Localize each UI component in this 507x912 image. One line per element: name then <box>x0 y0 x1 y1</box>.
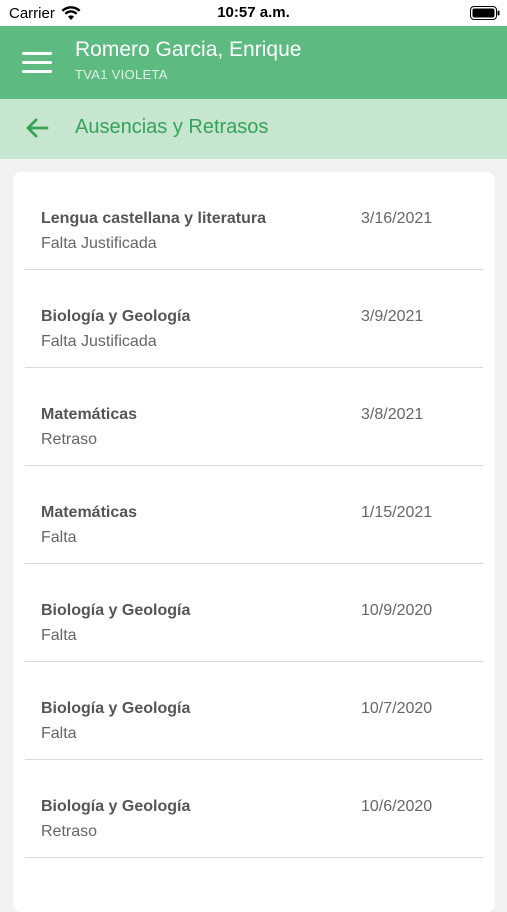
subject-label: Matemáticas <box>41 406 138 423</box>
app-header: Romero Garcia, Enrique TVA1 VIOLETA <box>0 26 507 99</box>
subject-label: Biología y Geología <box>41 602 191 619</box>
absence-date: 3/9/2021 <box>361 308 424 325</box>
student-group: TVA1 VIOLETA <box>75 67 168 82</box>
subject-label: Biología y Geología <box>41 700 191 717</box>
absence-type: Falta <box>41 529 77 546</box>
subject-label: Biología y Geología <box>41 798 191 815</box>
absence-date: 10/7/2020 <box>361 700 433 717</box>
list-item[interactable]: Biología y Geología Falta 10/7/2020 <box>25 662 483 760</box>
absence-type: Falta <box>41 627 77 644</box>
absence-date: 10/6/2020 <box>361 798 433 815</box>
student-name: Romero Garcia, Enrique <box>75 38 302 61</box>
section-header: Ausencias y Retrasos <box>0 99 507 159</box>
absence-type: Retraso <box>41 431 98 448</box>
section-title: Ausencias y Retrasos <box>75 116 269 138</box>
list-item[interactable]: Lengua castellana y literatura Falta Jus… <box>25 172 483 270</box>
absence-date: 3/16/2021 <box>361 210 433 227</box>
absence-date: 10/9/2020 <box>361 602 433 619</box>
absence-type: Falta Justificada <box>41 333 157 350</box>
list-item[interactable]: Matemáticas Falta 1/15/2021 <box>25 466 483 564</box>
subject-label: Matemáticas <box>41 504 138 521</box>
subject-label: Biología y Geología <box>41 308 191 325</box>
list-item[interactable]: Biología y Geología Falta Justificada 3/… <box>25 270 483 368</box>
battery-icon <box>470 6 500 20</box>
hamburger-menu-icon[interactable] <box>18 48 56 78</box>
clock: 10:57 a.m. <box>217 4 290 21</box>
arrow-left-icon[interactable] <box>22 113 52 143</box>
absence-type: Falta Justificada <box>41 235 157 252</box>
absence-date: 3/8/2021 <box>361 406 424 423</box>
absences-list: Lengua castellana y literatura Falta Jus… <box>13 172 495 912</box>
absence-type: Retraso <box>41 823 98 840</box>
absence-type: Falta <box>41 725 77 742</box>
list-item[interactable]: Biología y Geología Retraso 10/6/2020 <box>25 760 483 858</box>
status-bar: Carrier 10:57 a.m. <box>0 0 507 26</box>
subject-label: Lengua castellana y literatura <box>41 210 266 227</box>
absence-date: 1/15/2021 <box>361 504 433 521</box>
list-item[interactable]: Matemáticas Retraso 3/8/2021 <box>25 368 483 466</box>
list-item[interactable]: Biología y Geología Falta 10/9/2020 <box>25 564 483 662</box>
